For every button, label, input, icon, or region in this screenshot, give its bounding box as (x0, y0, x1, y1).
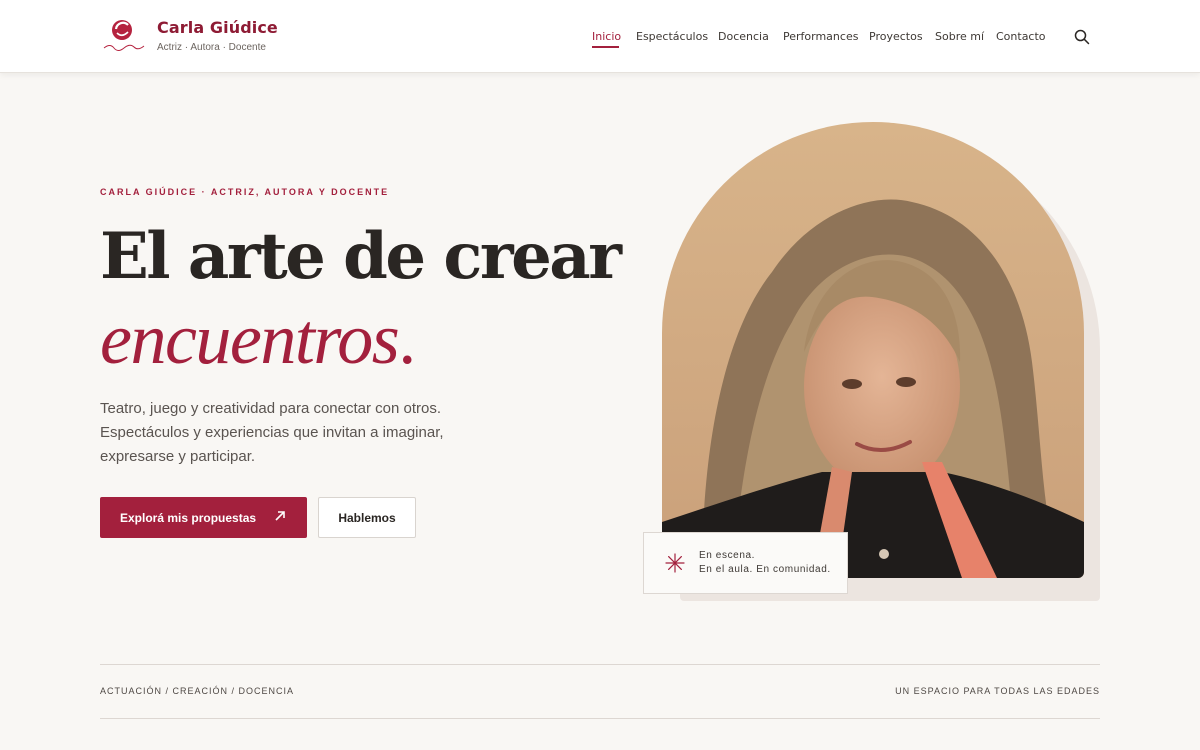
search-icon[interactable] (1074, 29, 1090, 45)
hero-lede: Teatro, juego y creatividad para conecta… (100, 400, 444, 465)
nav-item-performances[interactable]: Performances (783, 30, 858, 43)
hero-headline-period: . (398, 299, 416, 379)
hero-headline-emphasis: encuentros. (100, 298, 416, 380)
audience-strip: UN ESPACIO PARA TODAS LAS EDADES (895, 686, 1100, 696)
caption-line-1: En escena. (699, 550, 756, 561)
hero-eyebrow: CARLA GIÚDICE · ACTRIZ, AUTORA Y DOCENTE (100, 187, 390, 197)
portrait-caption-card: En escena. En el aula. En comunidad. (643, 532, 848, 594)
site-header: Carla Giúdice Actriz · Autora · Docente … (0, 0, 1200, 73)
nav-item-docencia[interactable]: Docencia (718, 30, 769, 43)
hero-headline: El arte de crear (100, 219, 622, 294)
brand-tagline: Actriz · Autora · Docente (157, 42, 266, 53)
explore-proposals-button[interactable]: Explorá mis propuestas (100, 497, 307, 538)
active-nav-indicator (592, 46, 619, 48)
carla-giudice-logo[interactable] (100, 16, 148, 56)
hero-headline-em-word: encuentros (100, 299, 400, 379)
caption-line-2: En el aula. En comunidad. (699, 564, 831, 575)
nav-item-proyectos[interactable]: Proyectos (869, 30, 923, 43)
divider-top (100, 664, 1100, 665)
brand-name[interactable]: Carla Giúdice (157, 18, 278, 37)
divider-bottom (100, 718, 1100, 719)
contact-button[interactable]: Hablemos (318, 497, 416, 538)
explore-proposals-label: Explorá mis propuestas (120, 510, 257, 525)
portrait-photo (662, 122, 1084, 578)
asterisk-icon (665, 553, 685, 573)
arrow-up-right-icon (273, 509, 287, 523)
nav-item-sobre-mi[interactable]: Sobre mí (935, 30, 984, 43)
nav-item-espectaculos[interactable]: Espectáculos (636, 30, 708, 43)
nav-item-inicio[interactable]: Inicio (592, 30, 621, 43)
disciplines-strip: ACTUACIÓN / CREACIÓN / DOCENCIA (100, 686, 295, 696)
nav-item-contacto[interactable]: Contacto (996, 30, 1046, 43)
